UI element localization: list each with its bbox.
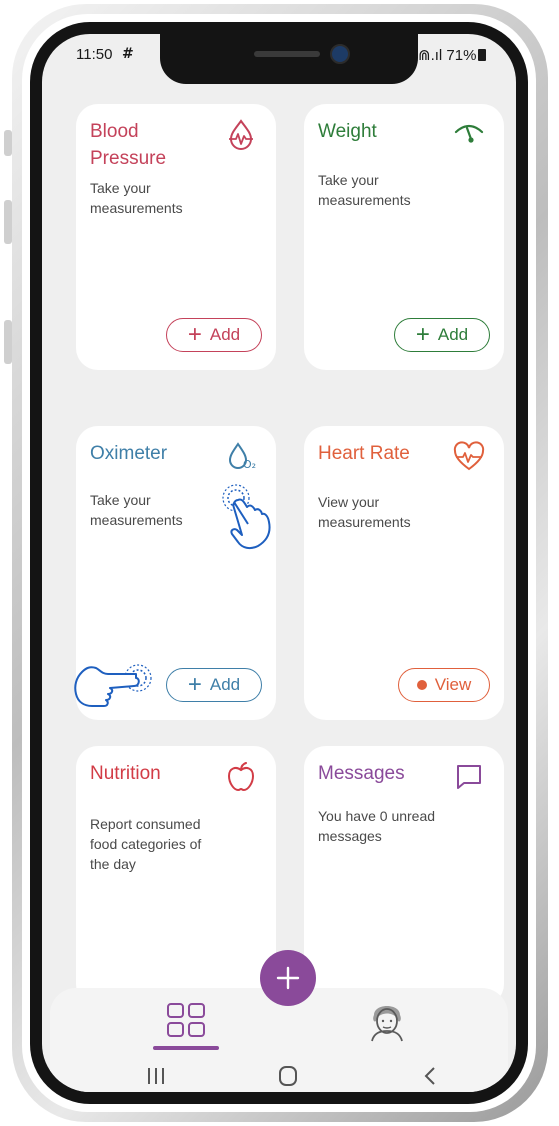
button-label: Add — [209, 325, 241, 344]
dot-icon — [416, 680, 427, 690]
plus-icon: + — [187, 321, 202, 348]
scale-gauge-icon — [454, 124, 484, 143]
oxygen-drop-icon: O₂ — [228, 442, 256, 471]
card-description: Report consumed food categories of the d… — [90, 814, 201, 874]
card-title: Nutrition — [90, 763, 161, 784]
profile-avatar-icon[interactable] — [366, 997, 408, 1043]
status-notification-icon: # — [122, 46, 134, 62]
desc-line: Take your — [90, 492, 151, 508]
desc-line: measurements — [90, 512, 183, 528]
message-bubble-icon — [457, 765, 481, 789]
card-blood-pressure[interactable]: Blood Pressure Take your measurements + … — [76, 104, 276, 370]
desc-line: food categories of — [90, 836, 202, 852]
recent-apps-icon[interactable] — [144, 1066, 168, 1086]
dashboard-grid-icon[interactable] — [166, 1002, 206, 1038]
volume-down-button — [4, 320, 12, 364]
card-messages[interactable]: Messages You have 0 unread messages — [304, 746, 504, 1006]
card-nutrition[interactable]: Nutrition Report consumed food categorie… — [76, 746, 276, 1006]
battery-percent: 71% — [446, 47, 477, 64]
desc-line: View your — [318, 494, 380, 510]
plus-icon: + — [187, 671, 202, 698]
desc-line: You have 0 unread — [318, 808, 436, 824]
back-icon[interactable] — [418, 1066, 442, 1086]
desc-line: measurements — [90, 200, 183, 216]
card-title: Blood Pressure — [90, 118, 166, 172]
active-tab-indicator — [153, 1046, 219, 1050]
desc-line: Take your — [318, 172, 379, 188]
add-fab-button[interactable] — [260, 950, 316, 1006]
card-description: Take your measurements — [90, 178, 183, 218]
desc-line: messages — [318, 828, 382, 844]
home-icon[interactable] — [276, 1066, 300, 1086]
volume-up-button — [4, 200, 12, 244]
svg-text:O₂: O₂ — [243, 458, 256, 471]
desc-line: Report consumed — [90, 816, 201, 832]
card-title: Oximeter — [90, 443, 168, 464]
point-hand-icon — [74, 664, 152, 707]
camera-notch — [160, 34, 418, 84]
heart-pulse-icon — [453, 441, 485, 471]
side-button — [4, 130, 12, 156]
signal-icon: ⋒.ıl — [418, 47, 443, 64]
card-title: Heart Rate — [318, 443, 410, 464]
apple-icon — [227, 762, 255, 792]
card-weight[interactable]: Weight Take your measurements + Add — [304, 104, 504, 370]
plus-icon — [276, 966, 300, 990]
desc-line: Take your — [90, 180, 151, 196]
plus-icon: + — [415, 321, 430, 348]
card-title: Messages — [318, 763, 405, 784]
desc-line: measurements — [318, 514, 411, 530]
card-description: Take your measurements — [90, 490, 183, 530]
add-oximeter-button[interactable]: + Add — [166, 668, 262, 702]
card-title: Weight — [318, 121, 377, 142]
front-camera — [330, 44, 350, 64]
add-weight-button[interactable]: + Add — [394, 318, 490, 352]
blood-drop-pulse-icon — [229, 119, 253, 150]
speaker-grille — [254, 51, 320, 57]
desc-line: the day — [90, 856, 136, 872]
card-description: You have 0 unread messages — [318, 806, 435, 846]
card-description: View your measurements — [318, 492, 411, 532]
card-title-line: Blood — [90, 121, 139, 142]
status-right: ⋒.ıl 71% — [418, 46, 487, 64]
app-screen: 11:50 # ⋒.ıl 71% Blood Pressure Take you… — [42, 34, 516, 1092]
button-label: Add — [437, 325, 469, 344]
desc-line: measurements — [318, 192, 411, 208]
tap-hand-icon — [222, 484, 271, 550]
card-title-line: Pressure — [90, 148, 167, 169]
card-description: Take your measurements — [318, 170, 411, 210]
card-heart-rate[interactable]: Heart Rate View your measurements View — [304, 426, 504, 720]
status-time: 11:50 — [76, 46, 113, 63]
button-label: Add — [209, 675, 241, 694]
view-heart-rate-button[interactable]: View — [398, 668, 490, 702]
button-label: View — [434, 675, 472, 694]
add-blood-pressure-button[interactable]: + Add — [166, 318, 262, 352]
battery-icon — [478, 49, 487, 61]
